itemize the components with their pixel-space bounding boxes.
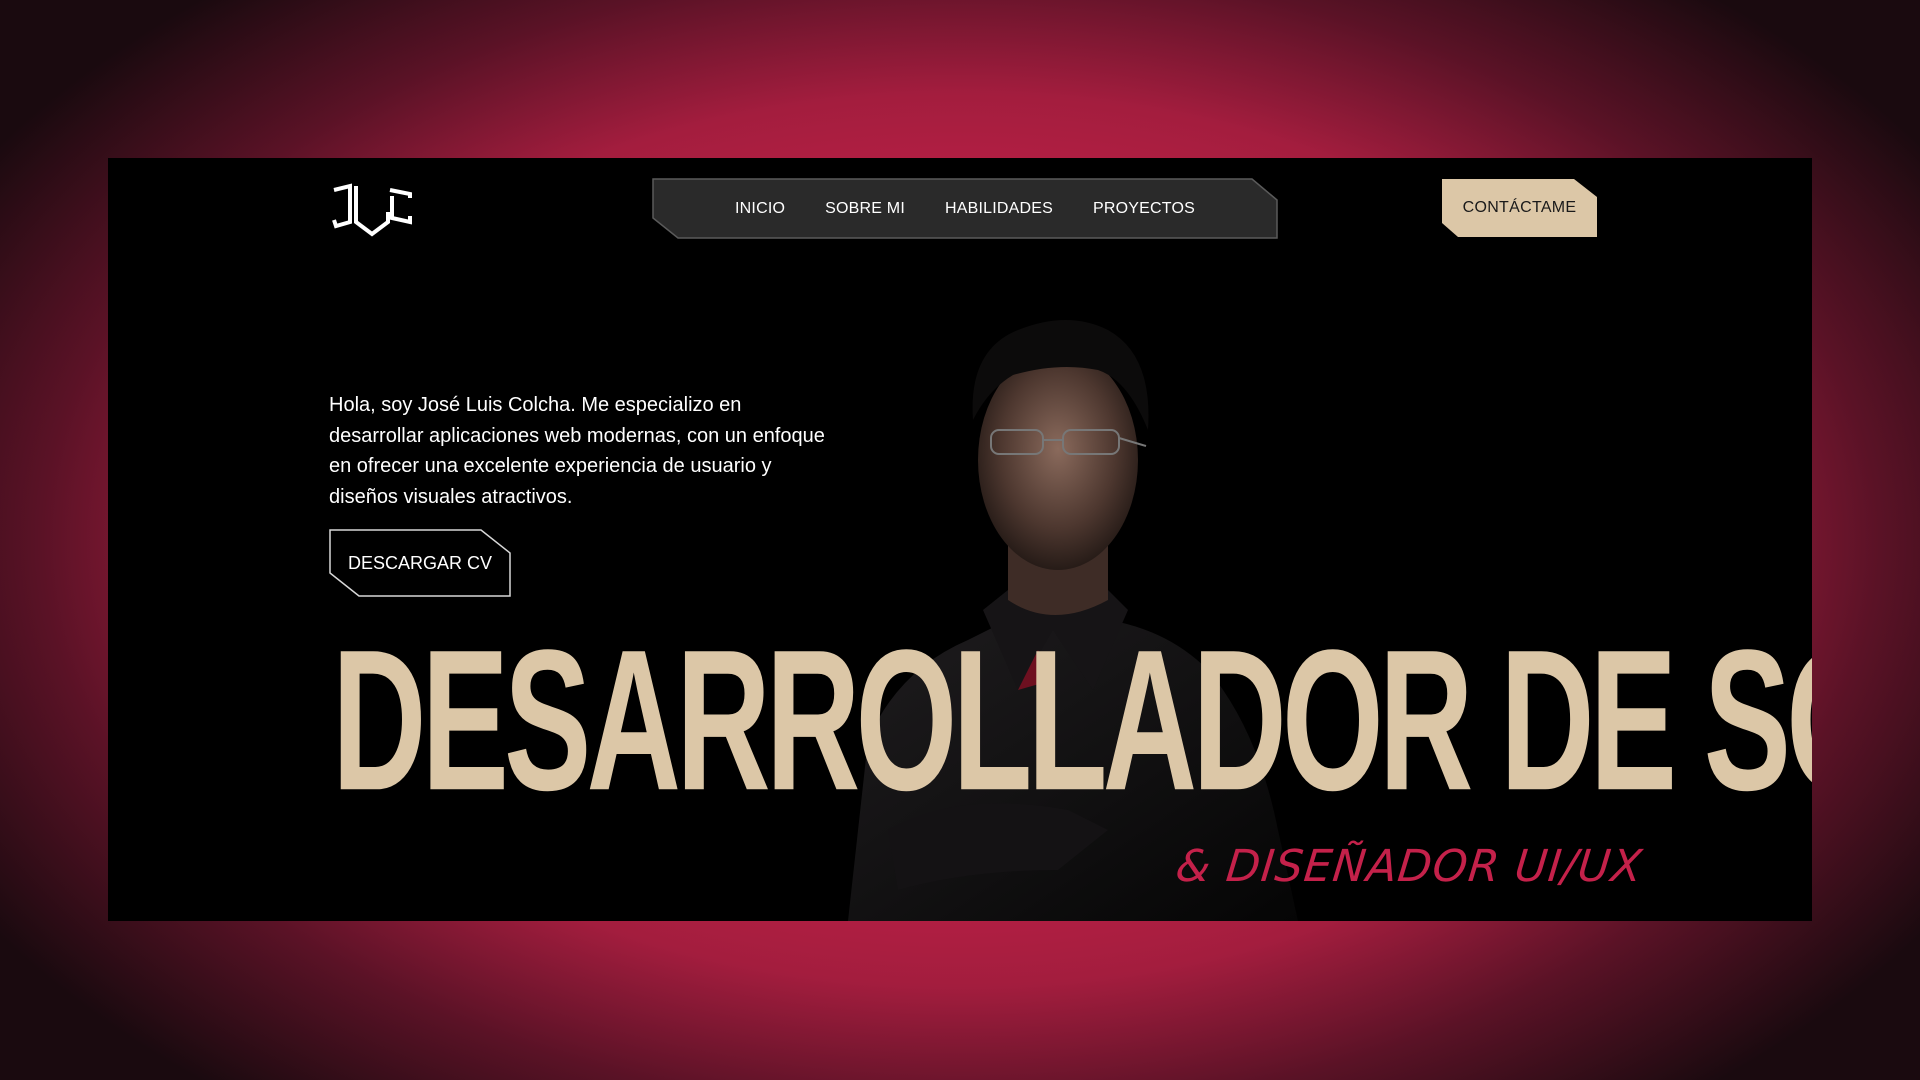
download-cv-label: DESCARGAR CV [347,552,493,573]
hero-subheadline: & DISEÑADOR UI/UX [1173,841,1646,892]
hero-headline: DESARROLLADOR DE SOFTWARE [332,608,1812,833]
nav-item-habilidades[interactable]: HABILIDADES [945,200,1053,218]
contact-button-label: CONTÁCTAME [1462,199,1577,216]
intro-text: Hola, soy José Luis Colcha. Me especiali… [329,394,825,508]
jlc-monogram-icon[interactable] [330,182,416,240]
nav-item-proyectos[interactable]: PROYECTOS [1093,200,1195,218]
nav-item-inicio[interactable]: INICIO [735,200,785,218]
contact-button[interactable]: CONTÁCTAME [1442,179,1597,237]
main-navigation: INICIO SOBRE MI HABILIDADES PROYECTOS [652,178,1278,239]
landing-page-frame: INICIO SOBRE MI HABILIDADES PROYECTOS CO… [108,158,1812,921]
download-cv-button[interactable]: DESCARGAR CV [329,529,511,597]
nav-item-sobre-mi[interactable]: SOBRE MI [825,200,905,218]
